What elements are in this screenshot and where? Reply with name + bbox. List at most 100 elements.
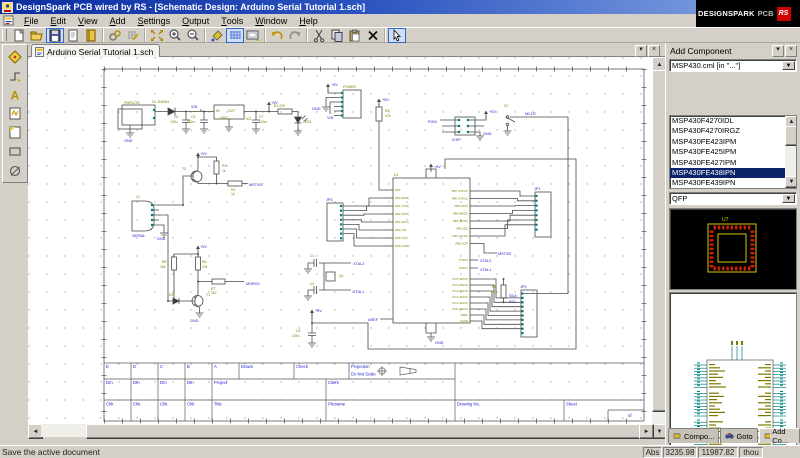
zoom-out-button[interactable]	[184, 28, 202, 43]
colours-icon	[209, 28, 225, 43]
new-button[interactable]	[10, 28, 28, 43]
svg-text:XTAL2: XTAL2	[353, 262, 364, 266]
library-dropdown[interactable]: MSP430.cml [in "..."] ▼	[669, 59, 797, 72]
add-sheet-button[interactable]	[5, 123, 25, 142]
document-tab-label: Arduino Serial Tutorial 1.sch	[47, 47, 153, 57]
svg-text:Do Not Scale: Do Not Scale	[351, 372, 376, 377]
menu-item-output[interactable]: Output	[176, 14, 215, 27]
component-list-item[interactable]: MSP430FE438IPN	[670, 168, 796, 178]
component-list-item[interactable]: MSP430FE439IPN	[670, 178, 796, 188]
paste-button[interactable]	[346, 28, 364, 43]
close-button[interactable]	[64, 28, 82, 43]
package-dropdown[interactable]: QFP ▼	[669, 192, 797, 205]
svg-text:+5V: +5V	[382, 98, 389, 102]
svg-text:PD1 (TXD): PD1 (TXD)	[395, 204, 409, 208]
dock-pin-button[interactable]: ▾	[635, 45, 647, 57]
menu-item-edit[interactable]: Edit	[45, 14, 73, 27]
document-system-icon[interactable]	[3, 15, 15, 26]
component-list-item[interactable]: MSP430FE427IPM	[670, 158, 796, 168]
copy-button[interactable]	[328, 28, 346, 43]
zoom-in-button[interactable]	[166, 28, 184, 43]
component-list-item[interactable]: MSP430FE425IPM	[670, 147, 796, 157]
svg-text:Drawing No.: Drawing No.	[457, 402, 480, 407]
svg-text:Chk: Chk	[160, 402, 168, 407]
colours-button[interactable]	[208, 28, 226, 43]
menu-item-settings[interactable]: Settings	[132, 14, 177, 27]
coord-x: 3235.98	[663, 447, 697, 458]
svg-text:+5V: +5V	[331, 83, 338, 87]
title-bar: DesignSpark PCB wired by RS - [Schematic…	[0, 0, 800, 14]
svg-text:+5V: +5V	[200, 245, 207, 249]
add-connection-button[interactable]	[5, 66, 25, 85]
zoom-in-icon	[167, 28, 183, 43]
add-text-button[interactable]: A	[5, 85, 25, 104]
open-button[interactable]	[28, 28, 46, 43]
undo-button[interactable]	[268, 28, 286, 43]
dropdown-arrow-icon[interactable]: ▼	[782, 194, 795, 203]
canvas-hscrollbar[interactable]: ◄ ►	[28, 424, 652, 437]
add-symbol-button[interactable]	[5, 104, 25, 123]
svg-text:Projection: Projection	[351, 364, 370, 369]
svg-text:Sheet: Sheet	[566, 402, 578, 407]
grid-toggle-icon	[227, 28, 243, 43]
add-rectangle-button[interactable]	[5, 142, 25, 161]
delete-button[interactable]	[364, 28, 382, 43]
svg-text:S1: S1	[504, 104, 508, 108]
svg-text:PB1 (OC1A): PB1 (OC1A)	[452, 234, 468, 238]
design-technology-button[interactable]	[106, 28, 124, 43]
svg-text:MSRXD: MSRXD	[246, 282, 260, 286]
brand-product: PCB	[758, 9, 774, 18]
add-circle-button[interactable]	[5, 161, 25, 180]
copy-icon	[329, 28, 345, 43]
grids-button[interactable]	[124, 28, 142, 43]
display-button[interactable]	[244, 28, 262, 43]
component-list-item[interactable]: MSP430FE423IPM	[670, 137, 796, 147]
svg-text:PC0 (ADC0): PC0 (ADC0)	[452, 307, 468, 311]
schematic-canvas[interactable]: RSTPD0 (RXD)PD1 (TXD)PD2 (INT0)PD3 (INT1…	[28, 57, 652, 424]
add-connection-icon	[7, 68, 23, 83]
component-list-item[interactable]: MSP430F4270IRGZ	[670, 126, 796, 136]
svg-text:C: C	[160, 364, 163, 369]
svg-text:SERIAL: SERIAL	[132, 234, 146, 238]
document-tab-bar: Arduino Serial Tutorial 1.sch ▾ ×	[28, 43, 665, 57]
svg-text:Chk: Chk	[133, 402, 141, 407]
select-button[interactable]	[388, 28, 406, 43]
dropdown-arrow-icon[interactable]: ▼	[782, 61, 795, 70]
grid-toggle-button[interactable]	[226, 28, 244, 43]
svg-text:+5V: +5V	[489, 110, 496, 114]
canvas-vscrollbar[interactable]: ▲ ▼	[652, 57, 665, 437]
svg-text:Drn: Drn	[187, 380, 194, 385]
libraries-button[interactable]	[82, 28, 100, 43]
panel-tab-binoculars[interactable]: Goto	[720, 428, 757, 443]
panel-tab-add-component[interactable]: Add Co...	[759, 428, 800, 443]
add-component-button[interactable]	[5, 47, 25, 66]
menu-item-window[interactable]: Window	[249, 14, 293, 27]
svg-text:R6: R6	[202, 260, 206, 264]
svg-text:Check: Check	[296, 364, 309, 369]
component-list-scrollbar[interactable]: ▲ ▼	[785, 116, 796, 188]
svg-text:POWER: POWER	[343, 85, 356, 89]
component-icon	[673, 432, 682, 440]
designspark-window: DesignSpark PCB wired by RS - [Schematic…	[0, 0, 800, 458]
menu-item-file[interactable]: File	[18, 14, 45, 27]
panel-close-button[interactable]: ×	[785, 45, 797, 57]
svg-text:PB7 (XTAL2): PB7 (XTAL2)	[452, 189, 468, 193]
document-tab[interactable]: Arduino Serial Tutorial 1.sch	[31, 44, 160, 58]
panel-menu-button[interactable]: ▾	[772, 45, 784, 57]
dock-close-button[interactable]: ×	[648, 45, 660, 57]
redo-icon	[287, 28, 303, 43]
svg-text:PD6 (AIN0): PD6 (AIN0)	[395, 244, 409, 248]
menu-item-view[interactable]: View	[72, 14, 104, 27]
menu-item-tools[interactable]: Tools	[215, 14, 249, 27]
svg-text:Project: Project	[214, 380, 228, 385]
cut-button[interactable]	[310, 28, 328, 43]
component-list[interactable]: MSP430F4270IDLMSP430F4270IRGZMSP430FE423…	[669, 115, 797, 189]
component-list-item[interactable]: MSP430F4270IDL	[670, 116, 796, 126]
save-button[interactable]	[46, 28, 64, 43]
view-all-button[interactable]	[148, 28, 166, 43]
menu-item-add[interactable]: Add	[104, 14, 132, 27]
svg-text:Drn: Drn	[133, 380, 140, 385]
redo-button[interactable]	[286, 28, 304, 43]
menu-item-help[interactable]: Help	[293, 14, 324, 27]
panel-tab-component[interactable]: Compo...	[668, 428, 719, 443]
